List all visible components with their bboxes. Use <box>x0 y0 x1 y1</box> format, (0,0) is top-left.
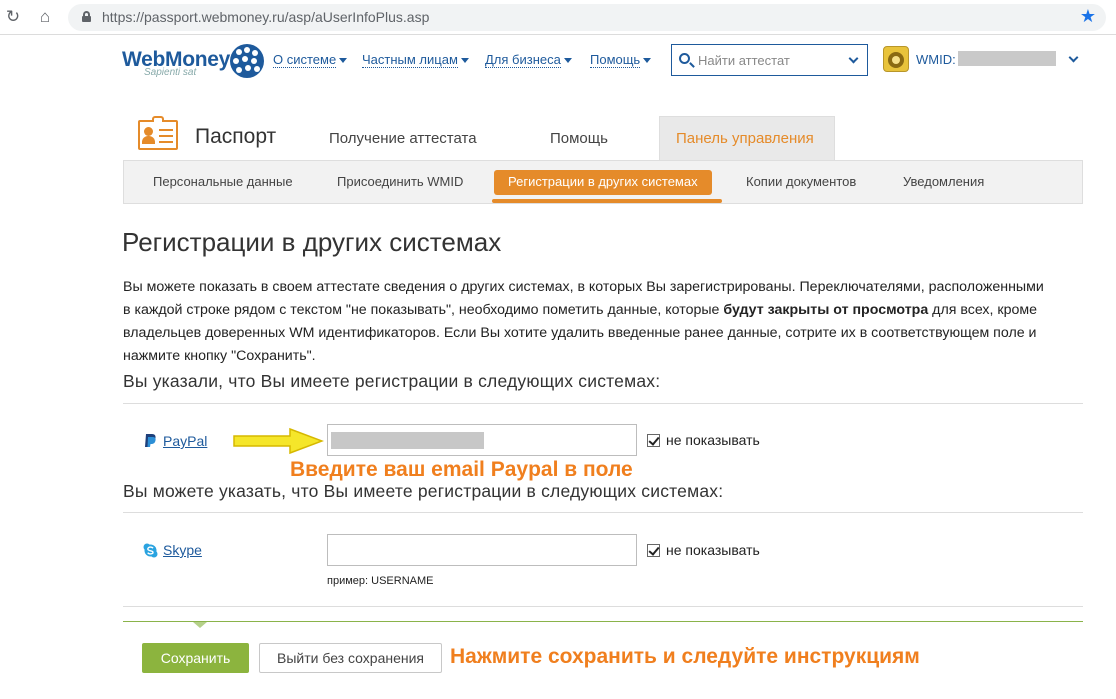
browser-toolbar: ↻ ⌂ https://passport.webmoney.ru/asp/aUs… <box>0 0 1116 35</box>
search-icon <box>679 53 690 64</box>
chevron-down-icon <box>643 58 652 64</box>
globe-icon <box>230 44 264 78</box>
chevron-down-icon[interactable] <box>1068 52 1079 63</box>
divider <box>123 606 1083 607</box>
paypal-hide-label[interactable]: не показывать <box>666 432 760 448</box>
exit-without-saving-button[interactable]: Выйти без сохранения <box>259 643 442 673</box>
paypal-link[interactable]: PayPal <box>163 433 207 449</box>
chevron-down-icon <box>460 58 469 64</box>
save-annotation: Нажмите сохранить и следуйте инструкциям <box>450 645 920 668</box>
paypal-annotation: Введите ваш email Paypal в поле <box>290 458 633 481</box>
nav-help[interactable]: Помощь <box>590 52 652 68</box>
skype-example-hint: пример: USERNAME <box>327 575 434 587</box>
skype-hide-label[interactable]: не показывать <box>666 542 760 558</box>
subnav-bar: Персональные данные Присоединить WMID Ре… <box>123 160 1083 204</box>
arrow-right-icon <box>233 427 324 455</box>
skype-icon <box>143 543 158 558</box>
passport-icon <box>138 116 178 150</box>
subtab-attach-wmid[interactable]: Присоединить WMID <box>337 174 463 189</box>
subtab-other-systems[interactable]: Регистрации в других системах <box>494 170 712 195</box>
divider <box>123 403 1083 404</box>
paypal-icon <box>145 434 156 447</box>
chevron-down-icon <box>563 58 572 64</box>
divider-notch <box>193 622 207 628</box>
chevron-down-icon[interactable] <box>848 53 859 64</box>
tab-get-attestat[interactable]: Получение аттестата <box>329 130 477 147</box>
paypal-email-redacted <box>331 432 484 449</box>
home-icon[interactable]: ⌂ <box>36 8 54 26</box>
nav-about[interactable]: О системе <box>273 52 348 68</box>
paypal-hide-checkbox[interactable] <box>647 434 660 447</box>
lock-icon <box>82 11 91 22</box>
logo-tagline: Sapienti sat <box>144 67 197 78</box>
form-actions-divider <box>123 621 1083 622</box>
nav-personal[interactable]: Частным лицам <box>362 52 469 68</box>
active-subtab-underline <box>492 199 722 203</box>
url-text[interactable]: https://passport.webmoney.ru/asp/aUserIn… <box>102 9 429 25</box>
skype-hide-checkbox[interactable] <box>647 544 660 557</box>
skype-link[interactable]: Skype <box>163 542 202 558</box>
paypal-email-input[interactable] <box>327 424 637 456</box>
tab-help[interactable]: Помощь <box>550 130 608 147</box>
chevron-down-icon <box>339 58 348 64</box>
available-systems-title: Вы можете указать, что Вы имеете регистр… <box>123 481 724 501</box>
tab-control-panel[interactable]: Панель управления <box>659 116 835 161</box>
registered-systems-title: Вы указали, что Вы имеете регистрации в … <box>123 371 661 391</box>
skype-username-input[interactable] <box>327 534 637 566</box>
subtab-notifications[interactable]: Уведомления <box>903 174 984 189</box>
save-button[interactable]: Сохранить <box>142 643 249 673</box>
address-bar[interactable]: https://passport.webmoney.ru/asp/aUserIn… <box>68 4 1106 31</box>
intro-text: Вы можете показать в своем аттестате све… <box>123 279 1044 364</box>
bookmark-star-icon[interactable]: ★ <box>1080 6 1096 27</box>
subtab-document-copies[interactable]: Копии документов <box>746 174 856 189</box>
search-placeholder: Найти аттестат <box>698 53 790 68</box>
wmid-redacted <box>958 51 1056 66</box>
passport-title[interactable]: Паспорт <box>195 125 276 149</box>
avatar[interactable] <box>883 46 909 72</box>
attestat-search-input[interactable]: Найти аттестат <box>671 44 868 76</box>
wmid-label[interactable]: WMID: <box>916 52 956 67</box>
nav-business[interactable]: Для бизнеса <box>485 52 572 68</box>
tab-control-panel-label: Панель управления <box>676 130 814 147</box>
subtab-personal-data[interactable]: Персональные данные <box>153 174 293 189</box>
divider <box>123 512 1083 513</box>
reload-icon[interactable]: ↻ <box>4 8 22 26</box>
webmoney-logo[interactable]: WebMoney Sapienti sat <box>122 44 267 80</box>
page-title: Регистрации в других системах <box>122 227 502 257</box>
